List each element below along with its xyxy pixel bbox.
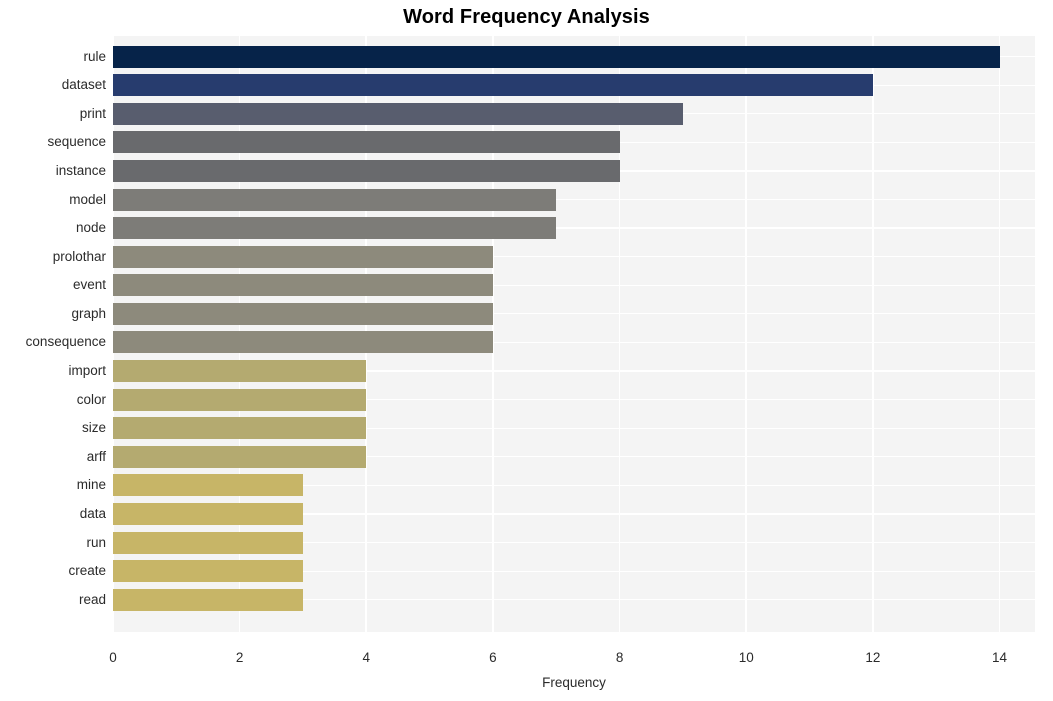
x-tick-label-12: 12 [865, 650, 881, 665]
y-tick-label-instance: instance [55, 162, 106, 178]
y-tick-label-print: print [79, 105, 106, 121]
y-tick-label-run: run [86, 534, 106, 550]
x-tick-label-2: 2 [235, 650, 244, 665]
y-tick-label-rule: rule [83, 48, 106, 64]
chart-figure: Word Frequency Analysis rule dataset print… [0, 0, 1053, 701]
y-tick-label-node: node [75, 220, 106, 236]
y-tick-label-graph: graph [71, 305, 106, 321]
y-tick-label-consequence: consequence [25, 334, 106, 350]
x-axis-title: Frequency [542, 675, 606, 690]
y-tick-label-dataset: dataset [61, 77, 106, 93]
x-tick-label-10: 10 [738, 650, 754, 665]
x-tick-label-6: 6 [489, 650, 497, 665]
y-tick-label-mine: mine [76, 477, 106, 493]
y-tick-label-read: read [78, 591, 106, 607]
x-tick-label-4: 4 [362, 650, 371, 665]
y-tick-label-arff: arff [86, 448, 106, 464]
x-tick-label-14: 14 [992, 650, 1008, 665]
y-tick-label-model: model [69, 191, 106, 207]
y-tick-label-event: event [72, 277, 106, 293]
x-tick-label-0: 0 [109, 650, 117, 665]
y-tick-label-color: color [76, 391, 106, 407]
y-axis-tick-labels: rule dataset print sequence instance model nod… [0, 0, 1053, 701]
y-tick-label-create: create [68, 563, 106, 579]
y-tick-label-sequence: sequence [47, 134, 106, 150]
y-tick-label-data: data [79, 505, 106, 521]
y-tick-label-size: size [81, 420, 106, 436]
x-tick-label-8: 8 [615, 650, 624, 665]
y-tick-label-import: import [68, 363, 106, 379]
y-tick-label-prolothar: prolothar [52, 248, 106, 264]
